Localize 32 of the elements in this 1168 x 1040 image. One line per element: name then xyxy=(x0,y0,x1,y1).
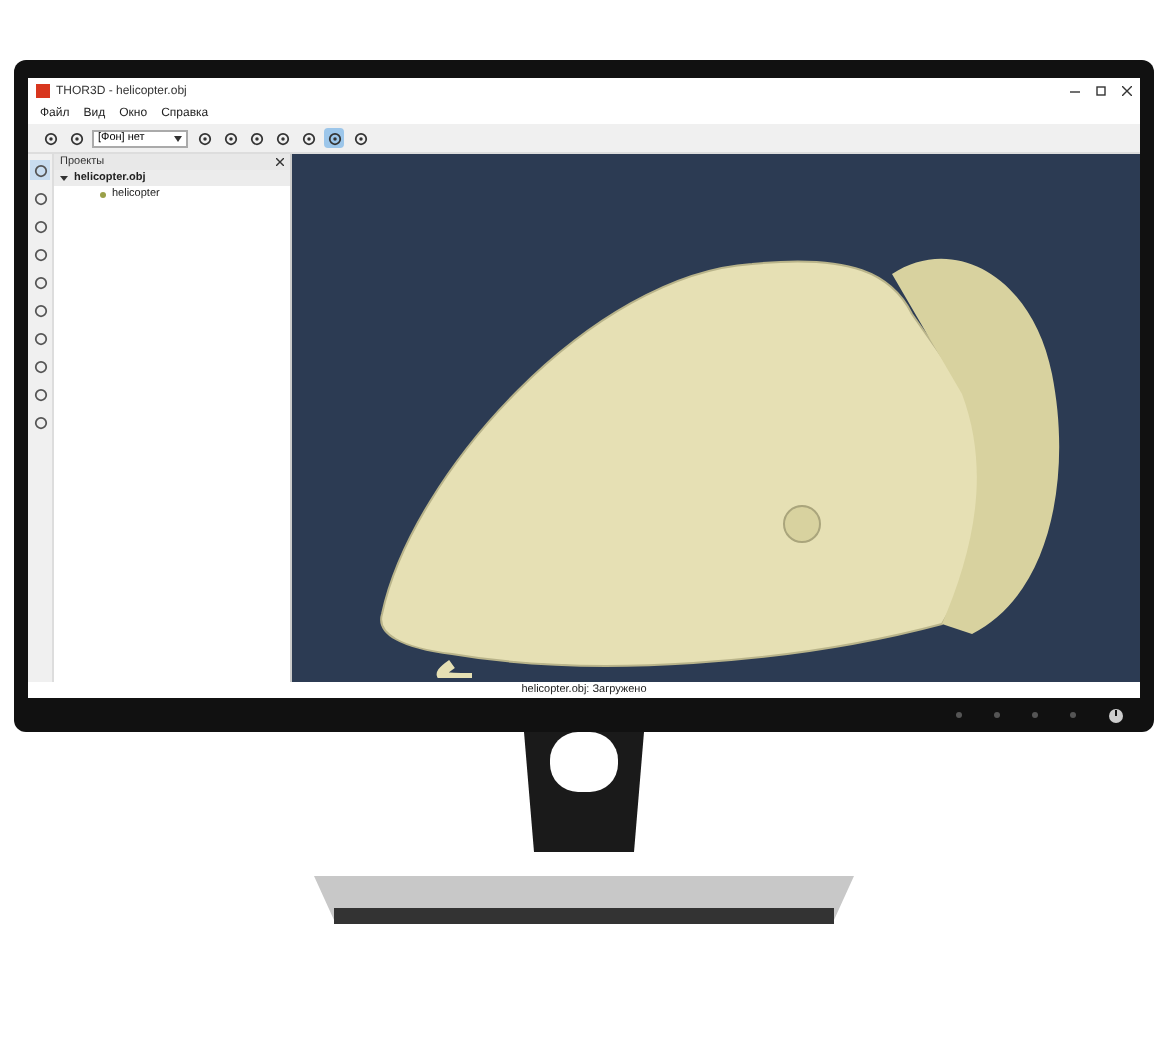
minimize-icon[interactable] xyxy=(1070,86,1080,96)
tool-button[interactable] xyxy=(30,300,50,320)
app-logo-icon xyxy=(36,84,50,98)
tool-button[interactable] xyxy=(30,328,50,348)
tool-button[interactable] xyxy=(30,412,50,432)
close-icon[interactable] xyxy=(276,158,284,166)
monitor-button-icon[interactable] xyxy=(956,712,962,719)
maximize-icon[interactable] xyxy=(1096,86,1106,96)
toolbar-button[interactable] xyxy=(220,128,240,148)
close-icon[interactable] xyxy=(1122,86,1132,96)
tool-button[interactable] xyxy=(30,188,50,208)
monitor-button-icon[interactable] xyxy=(1070,712,1076,719)
tool-button[interactable] xyxy=(30,244,50,264)
toolbar-button[interactable] xyxy=(194,128,214,148)
tool-button[interactable] xyxy=(30,384,50,404)
dropdown-caret-icon xyxy=(174,135,182,141)
toolbar-button[interactable] xyxy=(324,128,344,148)
monitor-button-icon[interactable] xyxy=(1032,712,1038,719)
tool-button[interactable] xyxy=(30,216,50,236)
expand-arrow-icon[interactable] xyxy=(60,174,68,182)
power-icon[interactable] xyxy=(1108,707,1124,724)
toolbar-button[interactable] xyxy=(66,128,86,148)
tool-button[interactable] xyxy=(30,356,50,376)
toolbar-button[interactable] xyxy=(40,128,60,148)
tool-button[interactable] xyxy=(30,160,50,180)
tool-button[interactable] xyxy=(30,272,50,292)
mesh-icon xyxy=(100,191,106,197)
toolbar-button[interactable] xyxy=(350,128,370,148)
toolbar-button[interactable] xyxy=(246,128,266,148)
monitor-button-icon[interactable] xyxy=(994,712,1000,719)
toolbar-button[interactable] xyxy=(272,128,292,148)
toolbar-button[interactable] xyxy=(298,128,318,148)
